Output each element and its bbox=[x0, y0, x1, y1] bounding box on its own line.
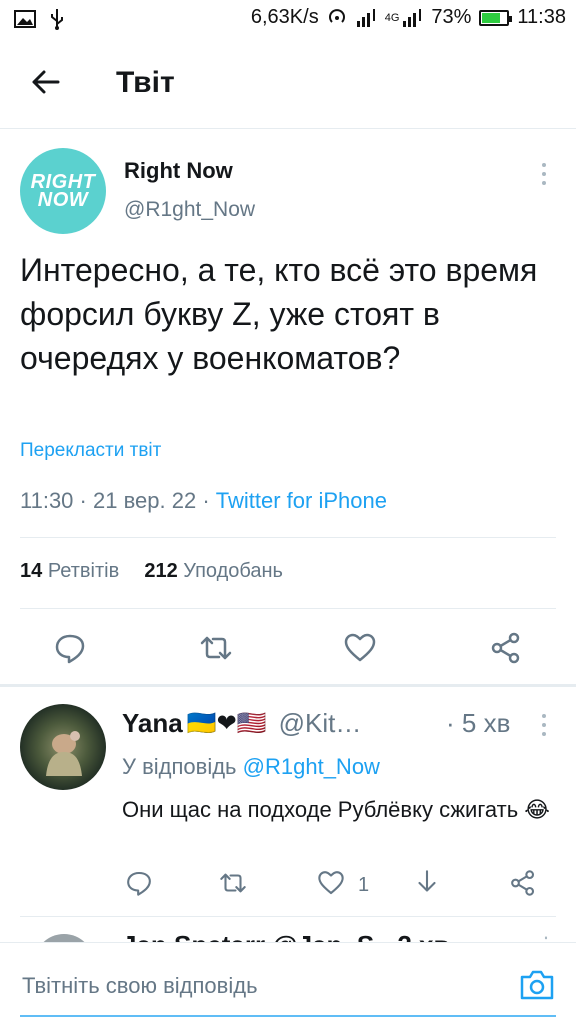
reply-composer[interactable]: Твітніть свою відповідь bbox=[0, 942, 576, 1025]
translate-tweet-link[interactable]: Перекласти твіт bbox=[20, 440, 161, 462]
network-type: 4G bbox=[384, 11, 400, 24]
likes-count: 212 bbox=[144, 560, 178, 582]
more-options-icon[interactable] bbox=[534, 160, 554, 188]
section-divider bbox=[0, 684, 576, 687]
signal-icon bbox=[356, 8, 375, 27]
tweet-date: 21 вер. 22 bbox=[93, 488, 197, 513]
composer-underline bbox=[20, 1015, 556, 1017]
hotspot-icon bbox=[328, 8, 345, 23]
reply-time: · 5 хв bbox=[446, 708, 511, 738]
battery-percent: 73% bbox=[431, 6, 472, 28]
reply-text: Они щас на подходе Рублёвку сжигать 😂 bbox=[122, 797, 550, 822]
author-handle[interactable]: @R1ght_Now bbox=[124, 198, 255, 222]
page-title: Твіт bbox=[116, 66, 175, 99]
next-reply-partial[interactable]: Jan Spetarr @Jan_S · 2 хв ⋮ bbox=[0, 928, 576, 942]
author-avatar[interactable]: RIGHT NOW bbox=[20, 148, 106, 234]
retweets-stat[interactable]: 14 Ретвітів bbox=[20, 560, 119, 582]
next-reply-more-icon: ⋮ bbox=[536, 932, 556, 942]
battery-icon bbox=[479, 9, 513, 26]
tweet-stats: 14 Ретвітів 212 Уподобань bbox=[20, 560, 283, 583]
reply-more-options-icon[interactable] bbox=[536, 712, 552, 738]
replying-to: У відповідь @R1ght_Now bbox=[122, 754, 380, 780]
retweet-icon[interactable] bbox=[198, 630, 234, 666]
retweet-icon[interactable] bbox=[218, 868, 248, 898]
usb-icon bbox=[51, 9, 63, 30]
tweet-meta: 11:30 · 21 вер. 22 · Twitter for iPhone bbox=[20, 488, 387, 513]
reply-icon[interactable] bbox=[124, 868, 154, 898]
reply-author-emoji: 🇺🇦❤🇺🇸 bbox=[186, 710, 267, 737]
reply-actions bbox=[0, 866, 576, 906]
like-heart-icon[interactable] bbox=[342, 630, 378, 666]
tweet-source-link[interactable]: Twitter for iPhone bbox=[216, 488, 387, 513]
share-icon[interactable] bbox=[508, 868, 538, 898]
divider bbox=[20, 916, 556, 917]
reply-input-placeholder[interactable]: Твітніть свою відповідь bbox=[22, 973, 258, 999]
tweet-time: 11:30 bbox=[20, 488, 74, 513]
divider bbox=[20, 537, 556, 538]
retweets-label: Ретвітів bbox=[47, 560, 120, 582]
back-arrow-icon[interactable] bbox=[28, 64, 64, 100]
avatar-figure-icon bbox=[46, 731, 82, 776]
next-reply-author: Jan Spetarr @Jan_S · 2 хв bbox=[122, 930, 449, 942]
status-bar: 6,63K/s 4G 73% 11:38 bbox=[0, 0, 576, 40]
tweet-text: Интересно, а те, кто всё это время форси… bbox=[20, 252, 538, 376]
next-reply-avatar bbox=[34, 934, 94, 942]
avatar-logo: RIGHT NOW bbox=[30, 171, 96, 211]
likes-stat[interactable]: 212 Уподобань bbox=[144, 560, 283, 582]
author-name[interactable]: Right Now bbox=[124, 158, 233, 184]
reply-author-handle: @Kit… bbox=[278, 708, 362, 738]
image-icon bbox=[14, 10, 36, 28]
like-heart-icon[interactable] bbox=[316, 868, 346, 898]
signal-4g-icon bbox=[403, 8, 422, 27]
reply-icon[interactable] bbox=[52, 630, 88, 666]
tweet-actions bbox=[0, 626, 576, 672]
reply-author-avatar[interactable] bbox=[20, 704, 106, 790]
reply-like-count: 1 bbox=[358, 874, 370, 896]
reply-prefix: У відповідь bbox=[122, 754, 237, 779]
reply-author[interactable]: Yana 🇺🇦❤🇺🇸 @Kit… bbox=[122, 708, 361, 739]
retweets-count: 14 bbox=[20, 560, 43, 582]
likes-label: Уподобань bbox=[183, 560, 283, 582]
network-speed: 6,63K/s bbox=[250, 6, 319, 28]
replying-to-handle[interactable]: @R1ght_Now bbox=[243, 754, 380, 779]
divider bbox=[20, 608, 556, 609]
camera-icon[interactable] bbox=[518, 967, 556, 1003]
reply-author-name: Yana bbox=[122, 708, 183, 738]
top-app-bar: Твіт bbox=[0, 42, 576, 129]
clock: 11:38 bbox=[517, 6, 566, 28]
share-icon[interactable] bbox=[488, 630, 524, 666]
download-arrow-icon[interactable] bbox=[412, 868, 442, 898]
